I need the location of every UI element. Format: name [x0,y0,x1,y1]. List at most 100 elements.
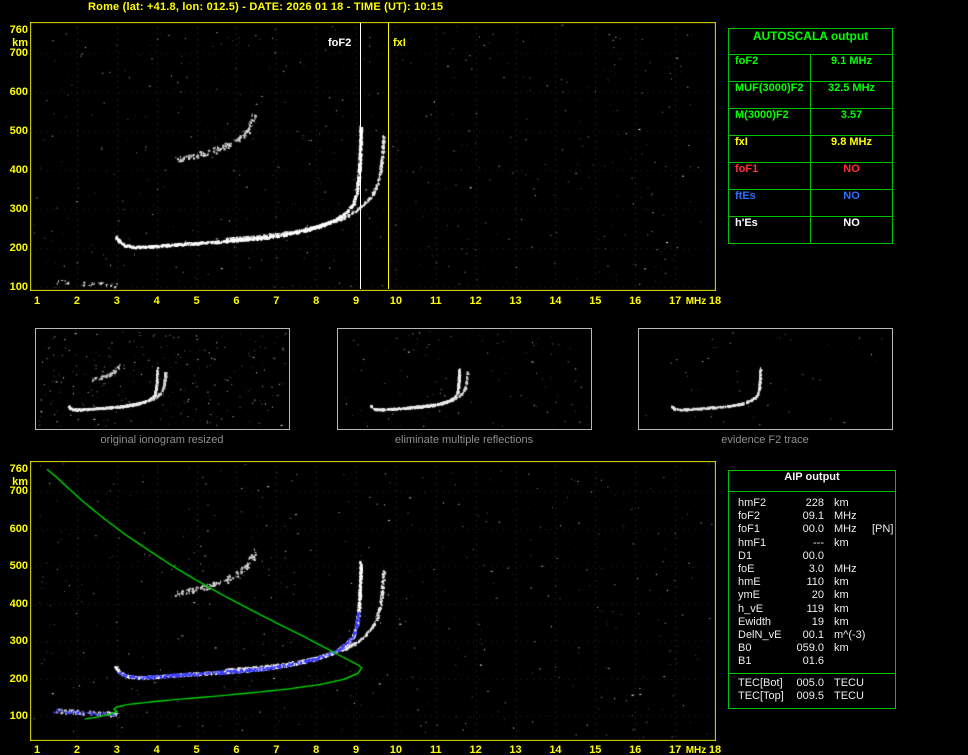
bottom_plot-y-tick: 760 [9,462,28,475]
aip-value: 110 [806,576,824,589]
autoscala-value: 9.1 MHz [831,55,872,67]
aip-value: 059.0 [796,642,824,655]
bottom_plot-x-tick: 2 [73,744,80,755]
bottom_plot-y-tick: 300 [9,635,28,647]
aip-note [868,629,895,642]
thumbnail-original [35,328,290,430]
aip-row-hmF2: hmF2 228 km [729,497,895,510]
bottom_plot-x-tick: 10 [389,744,403,755]
autoscala-row-fxI: fxI 9.8 MHz [729,135,892,162]
aip-unit: m^(-3) [834,629,866,642]
autoscala-value: 3.57 [840,109,863,121]
top_plot-x-tick: 7 [273,295,280,307]
aip-unit: km [834,602,849,615]
caption-original: original ionogram resized [100,434,224,446]
aip-value: 009.5 [796,689,824,702]
aip-unit: km [834,615,849,628]
aip-row-foF1: foF1 00.0 MHz [PN] [729,523,895,536]
aip-param: Ewidth [738,615,772,628]
bottom_plot-x-tick: 16 [629,744,642,755]
bottom_plot-x-tick: 4 [153,744,160,755]
aip-tec-rows: TEC[Bot] 005.0 TECU TEC[Top] 009.5 TECU [729,677,895,703]
autoscala-param: MUF(3000)F2 [729,82,811,108]
bottom_plot-y-tick: 500 [9,560,28,572]
top_plot-x-tick: 14 [549,295,562,307]
top_plot-x-tick: 1 [33,295,41,307]
top_plot-x-tick: 16 [629,295,642,307]
autoscala-param: fxI [729,136,811,162]
aip-row-foF2: foF2 09.1 MHz [729,510,895,523]
aip-output-title: AIP output [729,471,895,492]
autoscala-output-panel: AUTOSCALA output foF2 9.1 MHz MUF(3000)F2 3… [728,28,893,244]
aip-note [868,589,895,602]
aip-value: --- [813,536,824,549]
marker-line-foF2 [360,23,361,289]
top_plot-x-tick: 11 [429,295,442,307]
caption-no-multiples: eliminate multiple reflections [394,434,534,446]
top_plot-x-tick: 10 [389,295,403,307]
bottom_plot-x-tick: 5 [193,744,200,755]
aip-note [868,603,895,616]
top_plot-x-tick: 17 [668,295,682,307]
top_plot-x-tick: 12 [469,295,482,307]
aip-row-hmE: hmE 110 km [729,576,895,589]
thumbnail-f2-trace [638,328,893,430]
top_plot-y-tick: 600 [9,86,28,99]
autoscala-row-ftEs: ftEs NO [729,189,892,216]
aip-row-D1: D1 00.0 [729,550,895,563]
aip-param: ymE [738,589,760,602]
aip-param: B0 [738,642,752,655]
top_plot-x-tick: 3 [113,295,120,307]
aip-row-h_vE: h_vE 119 km [729,603,895,616]
bottom_plot-x-unit: MHz [685,745,707,755]
aip-unit: TECU [834,676,864,689]
thumbnail-no-multiples-canvas [338,329,591,429]
marker-line-fxI [388,23,389,289]
aip-value: 19 [811,615,824,628]
top_plot-y-tick: 200 [9,242,28,255]
top_plot-y-tick: 100 [9,281,28,293]
aip-note [868,563,895,576]
bottom_plot-x-tick: 15 [589,744,602,755]
aip-output-panel: AIP output hmF2 228 km foF2 09.1 MHz foF1 00.0 M… [728,470,896,710]
bottom-ionogram-plot [30,461,716,741]
aip-value: 00.1 [802,629,824,642]
top_plot-x-tick: 2 [73,295,80,307]
aip-note [868,677,895,690]
aip-note [868,576,895,589]
aip-note [868,550,895,563]
aip-value: 00.0 [802,549,824,562]
top_plot-y-tick: 700 [9,47,28,60]
aip-note [868,616,895,629]
bottom_plot-x-tick: 11 [429,744,442,755]
autoscala-param: h'Es [729,217,811,243]
aip-param: DelN_vE [738,629,782,642]
top_plot-y-unit: km [12,36,28,49]
aip-param: h_vE [738,602,764,615]
aip-row-TEC[Bot]: TEC[Bot] 005.0 TECU [729,677,895,690]
bottom_plot-y-tick: 100 [9,710,28,722]
top_plot-x-tick: 8 [313,295,320,307]
aip-unit: km [834,589,849,602]
autoscala-row-h'Es: h'Es NO [729,216,892,243]
aip-unit: km [834,576,849,589]
aip-row-TEC[Top]: TEC[Top] 009.5 TECU [729,690,895,703]
bottom_plot-x-tick: 7 [273,744,280,755]
aip-value: 119 [806,602,824,615]
aip-value: 09.1 [802,510,824,523]
bottom_plot-y-tick: 400 [9,597,28,610]
aip-value: 00.0 [802,523,824,536]
aip-param: TEC[Top] [738,689,784,702]
autoscala-row-foF2: foF2 9.1 MHz [729,54,892,81]
autoscala-value: NO [843,190,860,202]
bottom_plot-y-unit: km [12,475,28,488]
aip-row-foE: foE 3.0 MHz [729,563,895,576]
autoscala-value: 9.8 MHz [831,136,872,148]
aip-value: 01.6 [802,655,824,668]
aip-param: foF2 [738,510,761,523]
aip-note [868,510,895,523]
top_plot-x-tick: 15 [589,295,602,307]
aip-output-rows: hmF2 228 km foF2 09.1 MHz foF1 00.0 MHz [PN] hmF1 -… [729,492,895,669]
aip-tec-separator [729,672,895,674]
aip-unit: MHz [834,523,857,536]
